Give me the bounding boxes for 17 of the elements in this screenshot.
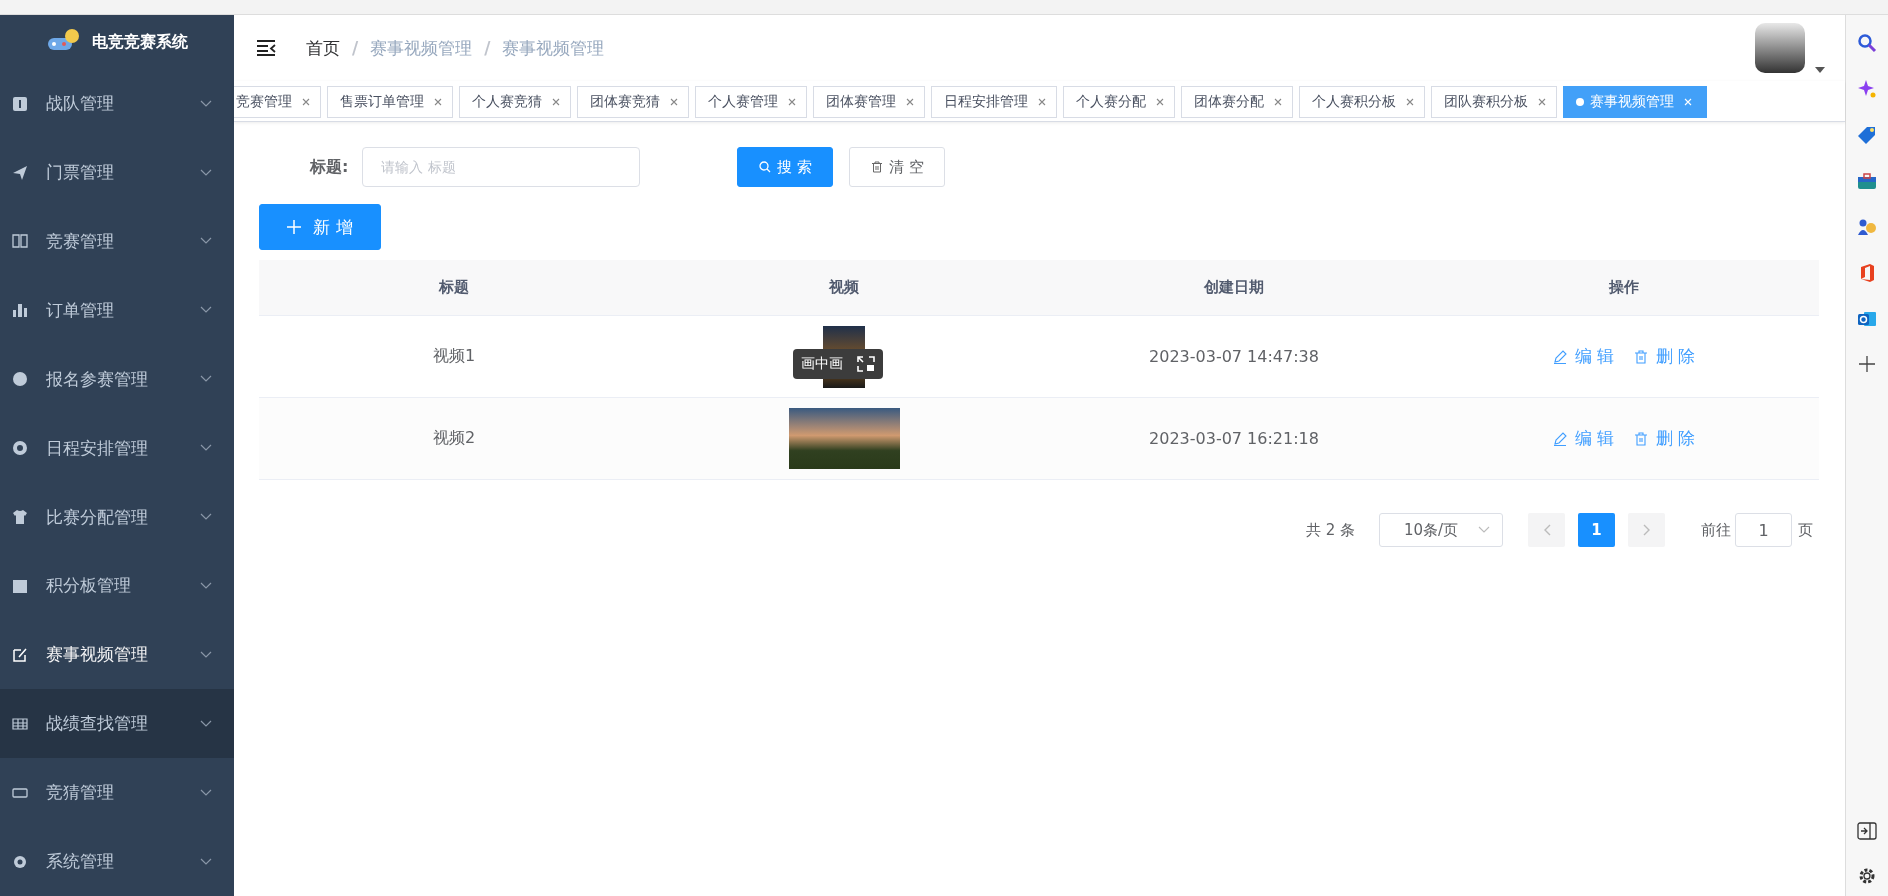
title-label: 标题: [310, 156, 349, 178]
table-cell: 视频1 [432, 346, 476, 367]
total-count: 共 2 条 [1305, 520, 1355, 540]
column-header: 创建日期 [1204, 278, 1264, 297]
table-cell: 2023-03-07 14:47:38 [1149, 347, 1319, 366]
breadcrumb-item: 赛事视频管理 [502, 36, 605, 60]
app-title: 电竞竞赛系统 [92, 31, 188, 53]
column-header: 标题 [439, 278, 469, 297]
column-header: 操作 [1609, 278, 1639, 297]
table-cell: 2023-03-07 16:21:18 [1149, 429, 1319, 448]
column-header: 视频 [829, 278, 859, 297]
goto-label: 前往 [1701, 520, 1731, 540]
breadcrumb-separator: / [352, 38, 359, 58]
breadcrumb-separator: / [484, 38, 491, 58]
table-cell: 视频2 [432, 428, 476, 449]
breadcrumb-item: 赛事视频管理 [370, 36, 473, 60]
page-suffix: 页 [1798, 520, 1813, 540]
